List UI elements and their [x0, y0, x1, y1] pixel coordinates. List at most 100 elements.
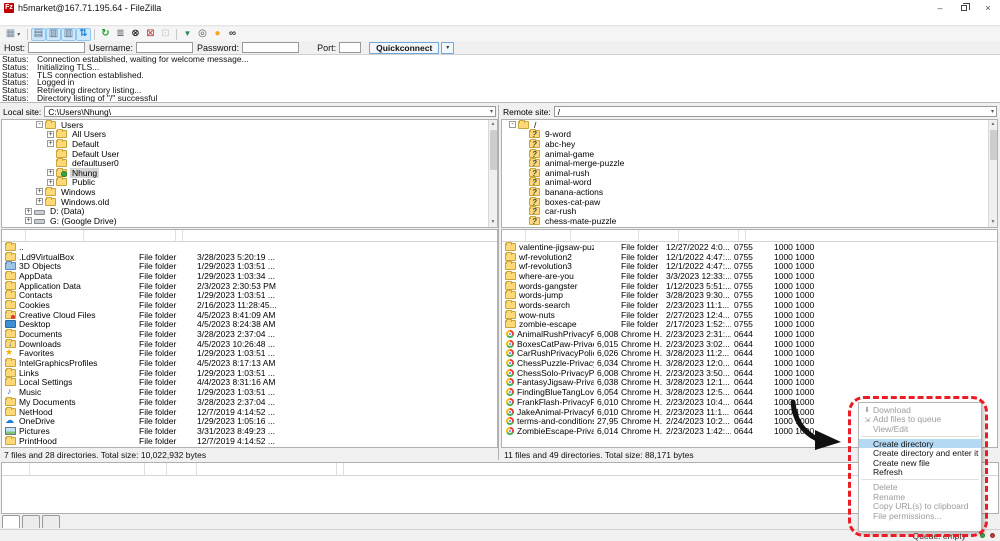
context-menu-item[interactable]: Rename: [859, 492, 981, 502]
remote-file-row[interactable]: FantasyJigsaw-Privacy...6,038Chrome H...…: [502, 378, 997, 388]
chevron-down-icon[interactable]: ▾: [991, 108, 994, 115]
context-menu-item[interactable]: Copy URL(s) to clipboard: [859, 501, 981, 511]
context-menu-item[interactable]: Delete: [859, 482, 981, 492]
queue-column-header[interactable]: [337, 463, 344, 475]
tree-expander-icon[interactable]: -: [509, 121, 516, 128]
scrollbar-thumb[interactable]: [990, 130, 997, 160]
local-tree-item[interactable]: +All Users: [2, 130, 497, 140]
toolbar-button[interactable]: [180, 28, 195, 41]
scroll-up-icon[interactable]: ▲: [489, 120, 497, 129]
local-file-row[interactable]: My DocumentsFile folder3/28/2023 2:37:04…: [2, 397, 497, 407]
remote-tree-item[interactable]: 9-word: [502, 130, 997, 140]
local-path-combobox[interactable]: C:\Users\Nhung\ ▾: [44, 106, 496, 117]
remote-tree-item[interactable]: animal-rush: [502, 168, 997, 178]
local-file-row[interactable]: Local SettingsFile folder4/4/2023 8:31:1…: [2, 378, 497, 388]
remote-file-row[interactable]: wow-nutsFile folder2/27/2023 12:4...0755…: [502, 310, 997, 320]
tree-expander-icon[interactable]: +: [47, 140, 54, 147]
remote-file-row[interactable]: where-are-youFile folder3/3/2023 12:33:.…: [502, 271, 997, 281]
remote-file-row[interactable]: words-searchFile folder2/23/2023 11:1...…: [502, 300, 997, 310]
toolbar-button[interactable]: [61, 28, 76, 41]
remote-file-row[interactable]: AnimalRushPrivacyPo...6,008Chrome H...2/…: [502, 329, 997, 339]
column-header[interactable]: [502, 230, 526, 241]
local-file-row[interactable]: FavoritesFile folder1/29/2023 1:03:51 ..…: [2, 349, 497, 359]
remote-file-row[interactable]: words-gangsterFile folder1/12/2023 5:51:…: [502, 281, 997, 291]
column-header[interactable]: [639, 230, 679, 241]
toolbar-button[interactable]: [46, 28, 61, 41]
tree-expander-icon[interactable]: -: [36, 121, 43, 128]
context-menu-item[interactable]: View/Edit: [859, 424, 981, 434]
menu-bar-item[interactable]: [48, 15, 60, 25]
local-file-row[interactable]: Creative Cloud FilesFile folder4/5/2023 …: [2, 310, 497, 320]
quickconnect-dropdown-icon[interactable]: ▾: [441, 42, 454, 54]
toolbar-button[interactable]: [113, 28, 128, 41]
queue-column-header[interactable]: [145, 463, 167, 475]
scroll-down-icon[interactable]: ▼: [489, 218, 497, 227]
column-header[interactable]: [571, 230, 639, 241]
queue-tab[interactable]: [2, 515, 20, 528]
local-tree-item[interactable]: +D: (Data): [2, 206, 497, 216]
scroll-down-icon[interactable]: ▼: [989, 218, 997, 227]
scrollbar-thumb[interactable]: [490, 130, 497, 170]
local-file-row[interactable]: PicturesFile folder3/31/2023 8:49:23 ...: [2, 426, 497, 436]
local-tree-item[interactable]: -Users: [2, 120, 497, 130]
local-file-row[interactable]: AppDataFile folder1/29/2023 1:03:34 ...: [2, 271, 497, 281]
column-header[interactable]: [526, 230, 571, 241]
remote-file-row[interactable]: words-jumpFile folder3/28/2023 9:30...07…: [502, 290, 997, 300]
local-file-row[interactable]: 3D ObjectsFile folder1/29/2023 1:03:51 .…: [2, 261, 497, 271]
queue-column-header[interactable]: [167, 463, 197, 475]
restore-button[interactable]: [952, 0, 976, 15]
host-input[interactable]: [28, 42, 85, 53]
context-menu-item[interactable]: Refresh: [859, 468, 981, 478]
local-file-row[interactable]: .Ld9VirtualBoxFile folder3/28/2023 5:20:…: [2, 252, 497, 262]
context-menu-item[interactable]: Create new file: [859, 458, 981, 468]
remote-tree-item[interactable]: abc-hey: [502, 139, 997, 149]
local-tree-scrollbar[interactable]: ▲ ▼: [488, 120, 497, 227]
local-file-row[interactable]: ..: [2, 242, 497, 252]
column-header[interactable]: [26, 230, 84, 241]
scroll-up-icon[interactable]: ▲: [989, 120, 997, 129]
remote-tree-item[interactable]: animal-word: [502, 178, 997, 188]
tree-expander-icon[interactable]: +: [25, 208, 32, 215]
menu-bar-item[interactable]: [12, 15, 24, 25]
quickconnect-button[interactable]: Quickconnect: [369, 42, 439, 54]
remote-file-row[interactable]: BoxesCatPaw-Privacy...6,015Chrome H...2/…: [502, 339, 997, 349]
toolbar-button[interactable]: [76, 28, 91, 41]
queue-column-header[interactable]: [197, 463, 337, 475]
tree-expander-icon[interactable]: +: [36, 198, 43, 205]
queue-column-header[interactable]: [2, 463, 30, 475]
remote-tree-item[interactable]: boxes-cat-paw: [502, 197, 997, 207]
menu-bar-item[interactable]: [72, 15, 84, 25]
local-file-row[interactable]: NetHoodFile folder12/7/2019 4:14:52 ...: [2, 407, 497, 417]
tree-expander-icon[interactable]: +: [47, 179, 54, 186]
remote-file-row[interactable]: FindingBlueTangLove...6,054Chrome H...3/…: [502, 387, 997, 397]
column-header[interactable]: [679, 230, 739, 241]
remote-tree-item[interactable]: chess-mate-puzzle: [502, 216, 997, 226]
queue-tab[interactable]: [42, 515, 60, 528]
local-file-row[interactable]: ContactsFile folder1/29/2023 1:03:51 ...: [2, 290, 497, 300]
column-header[interactable]: [739, 230, 746, 241]
local-tree-item[interactable]: Default User: [2, 149, 497, 159]
remote-tree-item[interactable]: -/: [502, 120, 997, 130]
local-file-row[interactable]: DownloadsFile folder4/5/2023 10:26:48 ..…: [2, 339, 497, 349]
local-tree-item[interactable]: +Public: [2, 178, 497, 188]
username-input[interactable]: [136, 42, 193, 53]
local-file-row[interactable]: MusicFile folder1/29/2023 1:03:51 ...: [2, 387, 497, 397]
context-menu-item[interactable]: Add files to queue: [859, 415, 981, 425]
remote-file-row[interactable]: valentine-jigsaw-puzzleFile folder12/27/…: [502, 242, 997, 252]
chevron-down-icon[interactable]: ▾: [490, 108, 493, 115]
remote-tree-item[interactable]: animal-game: [502, 149, 997, 159]
context-menu-item[interactable]: File permissions...: [859, 511, 981, 521]
column-header[interactable]: [2, 230, 26, 241]
toolbar-button[interactable]: [2, 28, 24, 41]
remote-file-row[interactable]: ChessSolo-PrivacyPoli...6,008Chrome H...…: [502, 368, 997, 378]
local-tree-item[interactable]: +G: (Google Drive): [2, 216, 497, 226]
tree-expander-icon[interactable]: +: [47, 131, 54, 138]
remote-file-row[interactable]: zombie-escapeFile folder2/17/2023 1:52:.…: [502, 320, 997, 330]
local-file-row[interactable]: IntelGraphicsProfilesFile folder4/5/2023…: [2, 358, 497, 368]
toolbar-button[interactable]: [143, 28, 158, 41]
remote-path-combobox[interactable]: / ▾: [554, 106, 997, 117]
tree-expander-icon[interactable]: +: [47, 169, 54, 176]
toolbar-button[interactable]: [210, 28, 225, 41]
context-menu-item[interactable]: Create directory and enter it: [859, 448, 981, 458]
local-tree-item[interactable]: +Windows.old: [2, 197, 497, 207]
